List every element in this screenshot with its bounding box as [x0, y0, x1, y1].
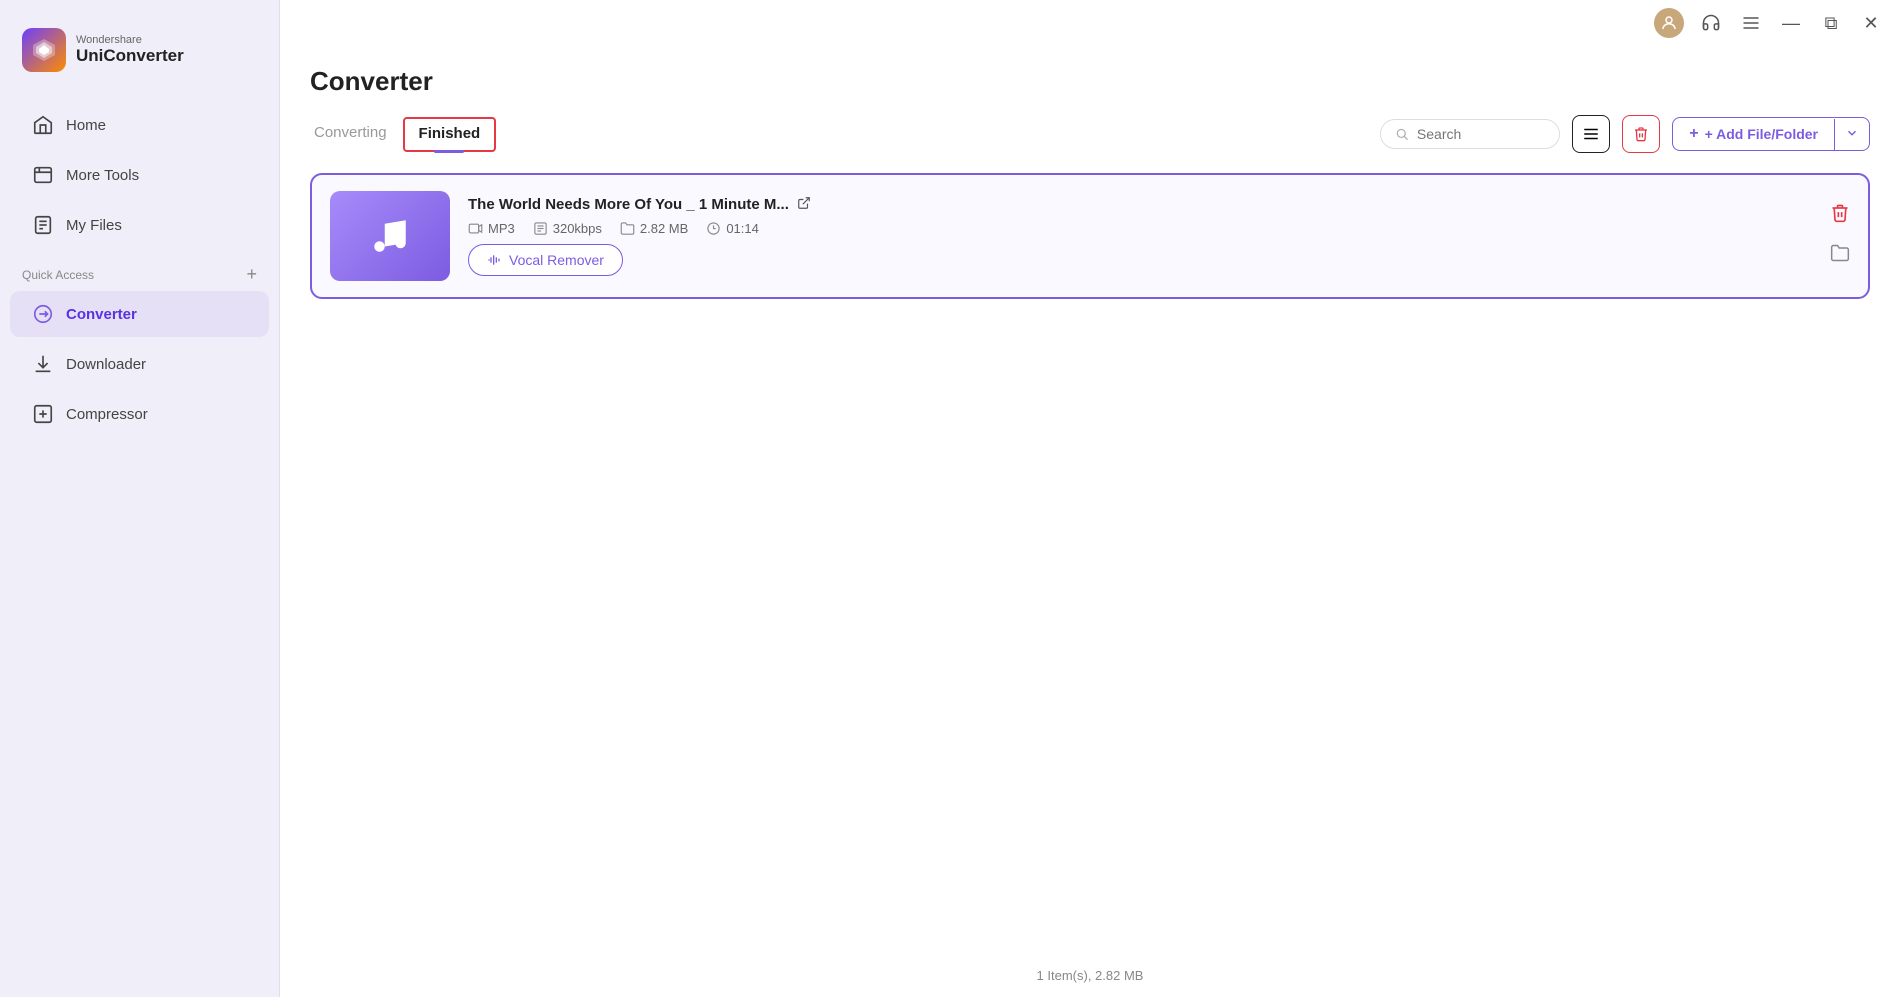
waveform-icon: [487, 252, 503, 268]
duration-meta: 01:14: [706, 221, 759, 236]
logo-area: Wondershare UniConverter: [0, 18, 279, 100]
my-files-label: My Files: [66, 217, 122, 234]
sidebar-item-more-tools[interactable]: More Tools: [10, 152, 269, 198]
logo-text: Wondershare UniConverter: [76, 34, 184, 66]
clock-icon: [706, 221, 721, 236]
list-view-button[interactable]: [1572, 115, 1610, 153]
file-card: The World Needs More Of You _ 1 Minute M…: [310, 173, 1870, 299]
file-bitrate: 320kbps: [553, 221, 602, 236]
open-folder-button[interactable]: [1830, 243, 1850, 269]
tools-icon: [32, 164, 54, 186]
files-icon: [32, 214, 54, 236]
compressor-icon: [32, 403, 54, 425]
music-note-icon: [369, 215, 411, 257]
add-file-dropdown[interactable]: [1834, 119, 1869, 150]
vocal-remover-button[interactable]: Vocal Remover: [468, 244, 623, 276]
titlebar: — ⧉ ✕: [280, 0, 1900, 46]
add-file-label: + Add File/Folder: [1705, 126, 1818, 142]
downloader-label: Downloader: [66, 356, 146, 373]
card-actions: [1830, 203, 1850, 269]
quick-access-add[interactable]: +: [246, 264, 257, 285]
sidebar-item-compressor[interactable]: Compressor: [10, 391, 269, 437]
page-title: Converter: [310, 66, 1870, 97]
tab-finished[interactable]: Finished: [403, 117, 497, 152]
minimize-button[interactable]: —: [1778, 10, 1804, 36]
user-avatar[interactable]: [1654, 8, 1684, 38]
file-delete-button[interactable]: [1830, 203, 1850, 229]
compressor-label: Compressor: [66, 406, 148, 423]
content-area: Converter Converting Finished: [280, 46, 1900, 997]
sidebar-item-my-files[interactable]: My Files: [10, 202, 269, 248]
logo-name: UniConverter: [76, 46, 184, 66]
add-file-main[interactable]: + + Add File/Folder: [1673, 118, 1834, 150]
home-icon: [32, 114, 54, 136]
folder-size-icon: [620, 221, 635, 236]
file-format: MP3: [488, 221, 515, 236]
downloader-icon: [32, 353, 54, 375]
search-input[interactable]: [1417, 126, 1545, 142]
converter-label: Converter: [66, 306, 137, 323]
file-title-row: The World Needs More Of You _ 1 Minute M…: [468, 196, 1850, 213]
maximize-button[interactable]: ⧉: [1818, 10, 1844, 36]
status-bar: 1 Item(s), 2.82 MB: [310, 954, 1870, 997]
home-label: Home: [66, 117, 106, 134]
file-thumbnail: [330, 191, 450, 281]
plus-icon: +: [1689, 125, 1698, 143]
file-title: The World Needs More Of You _ 1 Minute M…: [468, 196, 789, 213]
toolbar: Converting Finished: [310, 115, 1870, 153]
tab-converting[interactable]: Converting: [310, 118, 391, 151]
sidebar: Wondershare UniConverter Home More Tools…: [0, 0, 280, 997]
file-size: 2.82 MB: [640, 221, 688, 236]
close-button[interactable]: ✕: [1858, 10, 1884, 36]
search-icon: [1395, 126, 1409, 142]
size-meta: 2.82 MB: [620, 221, 688, 236]
delete-all-button[interactable]: [1622, 115, 1660, 153]
menu-icon[interactable]: [1738, 10, 1764, 36]
vocal-remover-label: Vocal Remover: [509, 252, 604, 268]
sidebar-item-home[interactable]: Home: [10, 102, 269, 148]
file-info: The World Needs More Of You _ 1 Minute M…: [468, 196, 1850, 276]
headphones-icon[interactable]: [1698, 10, 1724, 36]
file-duration: 01:14: [726, 221, 759, 236]
trash-icon: [1633, 126, 1649, 142]
chevron-down-icon: [1845, 126, 1859, 140]
file-meta: MP3 320kbps: [468, 221, 1850, 236]
sidebar-item-downloader[interactable]: Downloader: [10, 341, 269, 387]
quality-icon: [533, 221, 548, 236]
format-meta: MP3: [468, 221, 515, 236]
app-logo-icon: [22, 28, 66, 72]
video-icon: [468, 221, 483, 236]
more-tools-label: More Tools: [66, 167, 139, 184]
quick-access-label: Quick Access: [22, 268, 94, 282]
main-panel: — ⧉ ✕ Converter Converting Finished: [280, 0, 1900, 997]
status-text: 1 Item(s), 2.82 MB: [1037, 968, 1144, 983]
sidebar-item-converter[interactable]: Converter: [10, 291, 269, 337]
add-file-button[interactable]: + + Add File/Folder: [1672, 117, 1870, 151]
quick-access-section: Quick Access +: [0, 250, 279, 289]
converter-icon: [32, 303, 54, 325]
search-box: [1380, 119, 1560, 149]
logo-brand: Wondershare: [76, 34, 184, 46]
external-link-icon[interactable]: [797, 196, 811, 213]
bitrate-meta: 320kbps: [533, 221, 602, 236]
